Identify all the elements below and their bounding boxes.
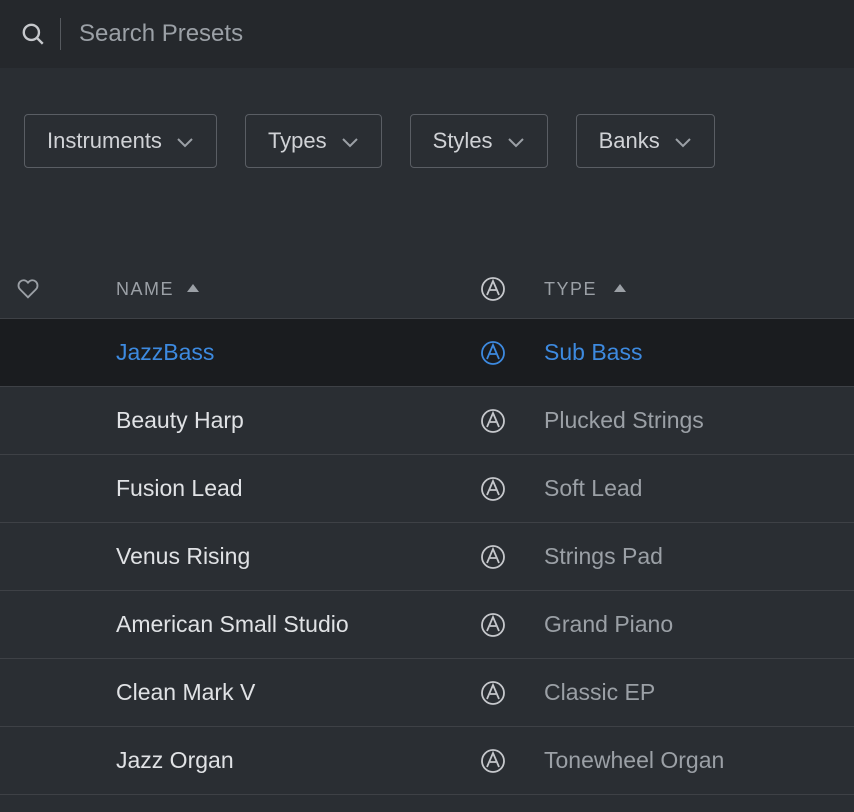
arturia-logo-icon	[480, 476, 506, 502]
filter-label: Styles	[433, 128, 493, 154]
preset-name: American Small Studio	[116, 611, 349, 638]
sort-ascending-icon	[186, 280, 200, 298]
column-type[interactable]: TYPE	[526, 279, 854, 300]
column-favorite[interactable]	[0, 279, 56, 299]
arturia-logo-icon	[480, 748, 506, 774]
arturia-logo-icon	[480, 544, 506, 570]
table-header: NAME TYPE	[0, 276, 854, 319]
chevron-down-icon	[176, 128, 194, 154]
arturia-logo-icon	[480, 680, 506, 706]
chevron-down-icon	[507, 128, 525, 154]
table-row[interactable]: Jazz Organ Tonewheel Organ	[0, 727, 854, 795]
arturia-logo-icon	[480, 408, 506, 434]
search-input[interactable]	[79, 20, 834, 48]
preset-type: Plucked Strings	[544, 407, 704, 434]
preset-type: Grand Piano	[544, 611, 673, 638]
preset-type: Classic EP	[544, 679, 655, 706]
preset-name: Beauty Harp	[116, 407, 244, 434]
filter-label: Types	[268, 128, 327, 154]
filter-banks[interactable]: Banks	[576, 114, 715, 168]
table-row[interactable]: Clean Mark V Classic EP	[0, 659, 854, 727]
chevron-down-icon	[341, 128, 359, 154]
filter-styles[interactable]: Styles	[410, 114, 548, 168]
table-row[interactable]: Fusion Lead Soft Lead	[0, 455, 854, 523]
preset-type: Sub Bass	[544, 339, 642, 366]
search-icon	[20, 21, 46, 47]
filter-label: Instruments	[47, 128, 162, 154]
preset-name: JazzBass	[116, 339, 214, 366]
table-body: JazzBass Sub Bass Beauty Harp Plucked Strin…	[0, 319, 854, 795]
filter-row: Instruments Types Styles Banks	[0, 68, 854, 186]
sort-ascending-icon	[613, 280, 627, 298]
search-divider	[60, 18, 61, 50]
preset-type: Strings Pad	[544, 543, 663, 570]
column-brand[interactable]	[460, 276, 526, 302]
arturia-logo-icon	[480, 612, 506, 638]
filter-label: Banks	[599, 128, 660, 154]
preset-name: Jazz Organ	[116, 747, 234, 774]
table-row[interactable]: Venus Rising Strings Pad	[0, 523, 854, 591]
arturia-logo-icon	[480, 340, 506, 366]
chevron-down-icon	[674, 128, 692, 154]
heart-icon	[17, 279, 39, 299]
column-type-label: TYPE	[544, 279, 597, 300]
preset-table: NAME TYPE JazzBass Sub Bass Beauty Harp Plu…	[0, 276, 854, 795]
table-row[interactable]: American Small Studio Grand Piano	[0, 591, 854, 659]
arturia-logo-icon	[480, 276, 506, 302]
filter-types[interactable]: Types	[245, 114, 382, 168]
table-row[interactable]: JazzBass Sub Bass	[0, 319, 854, 387]
preset-type: Tonewheel Organ	[544, 747, 724, 774]
preset-type: Soft Lead	[544, 475, 642, 502]
column-name[interactable]: NAME	[56, 279, 460, 300]
column-name-label: NAME	[116, 279, 174, 300]
preset-name: Fusion Lead	[116, 475, 243, 502]
table-row[interactable]: Beauty Harp Plucked Strings	[0, 387, 854, 455]
filter-instruments[interactable]: Instruments	[24, 114, 217, 168]
preset-name: Clean Mark V	[116, 679, 255, 706]
preset-name: Venus Rising	[116, 543, 250, 570]
search-bar	[0, 0, 854, 68]
